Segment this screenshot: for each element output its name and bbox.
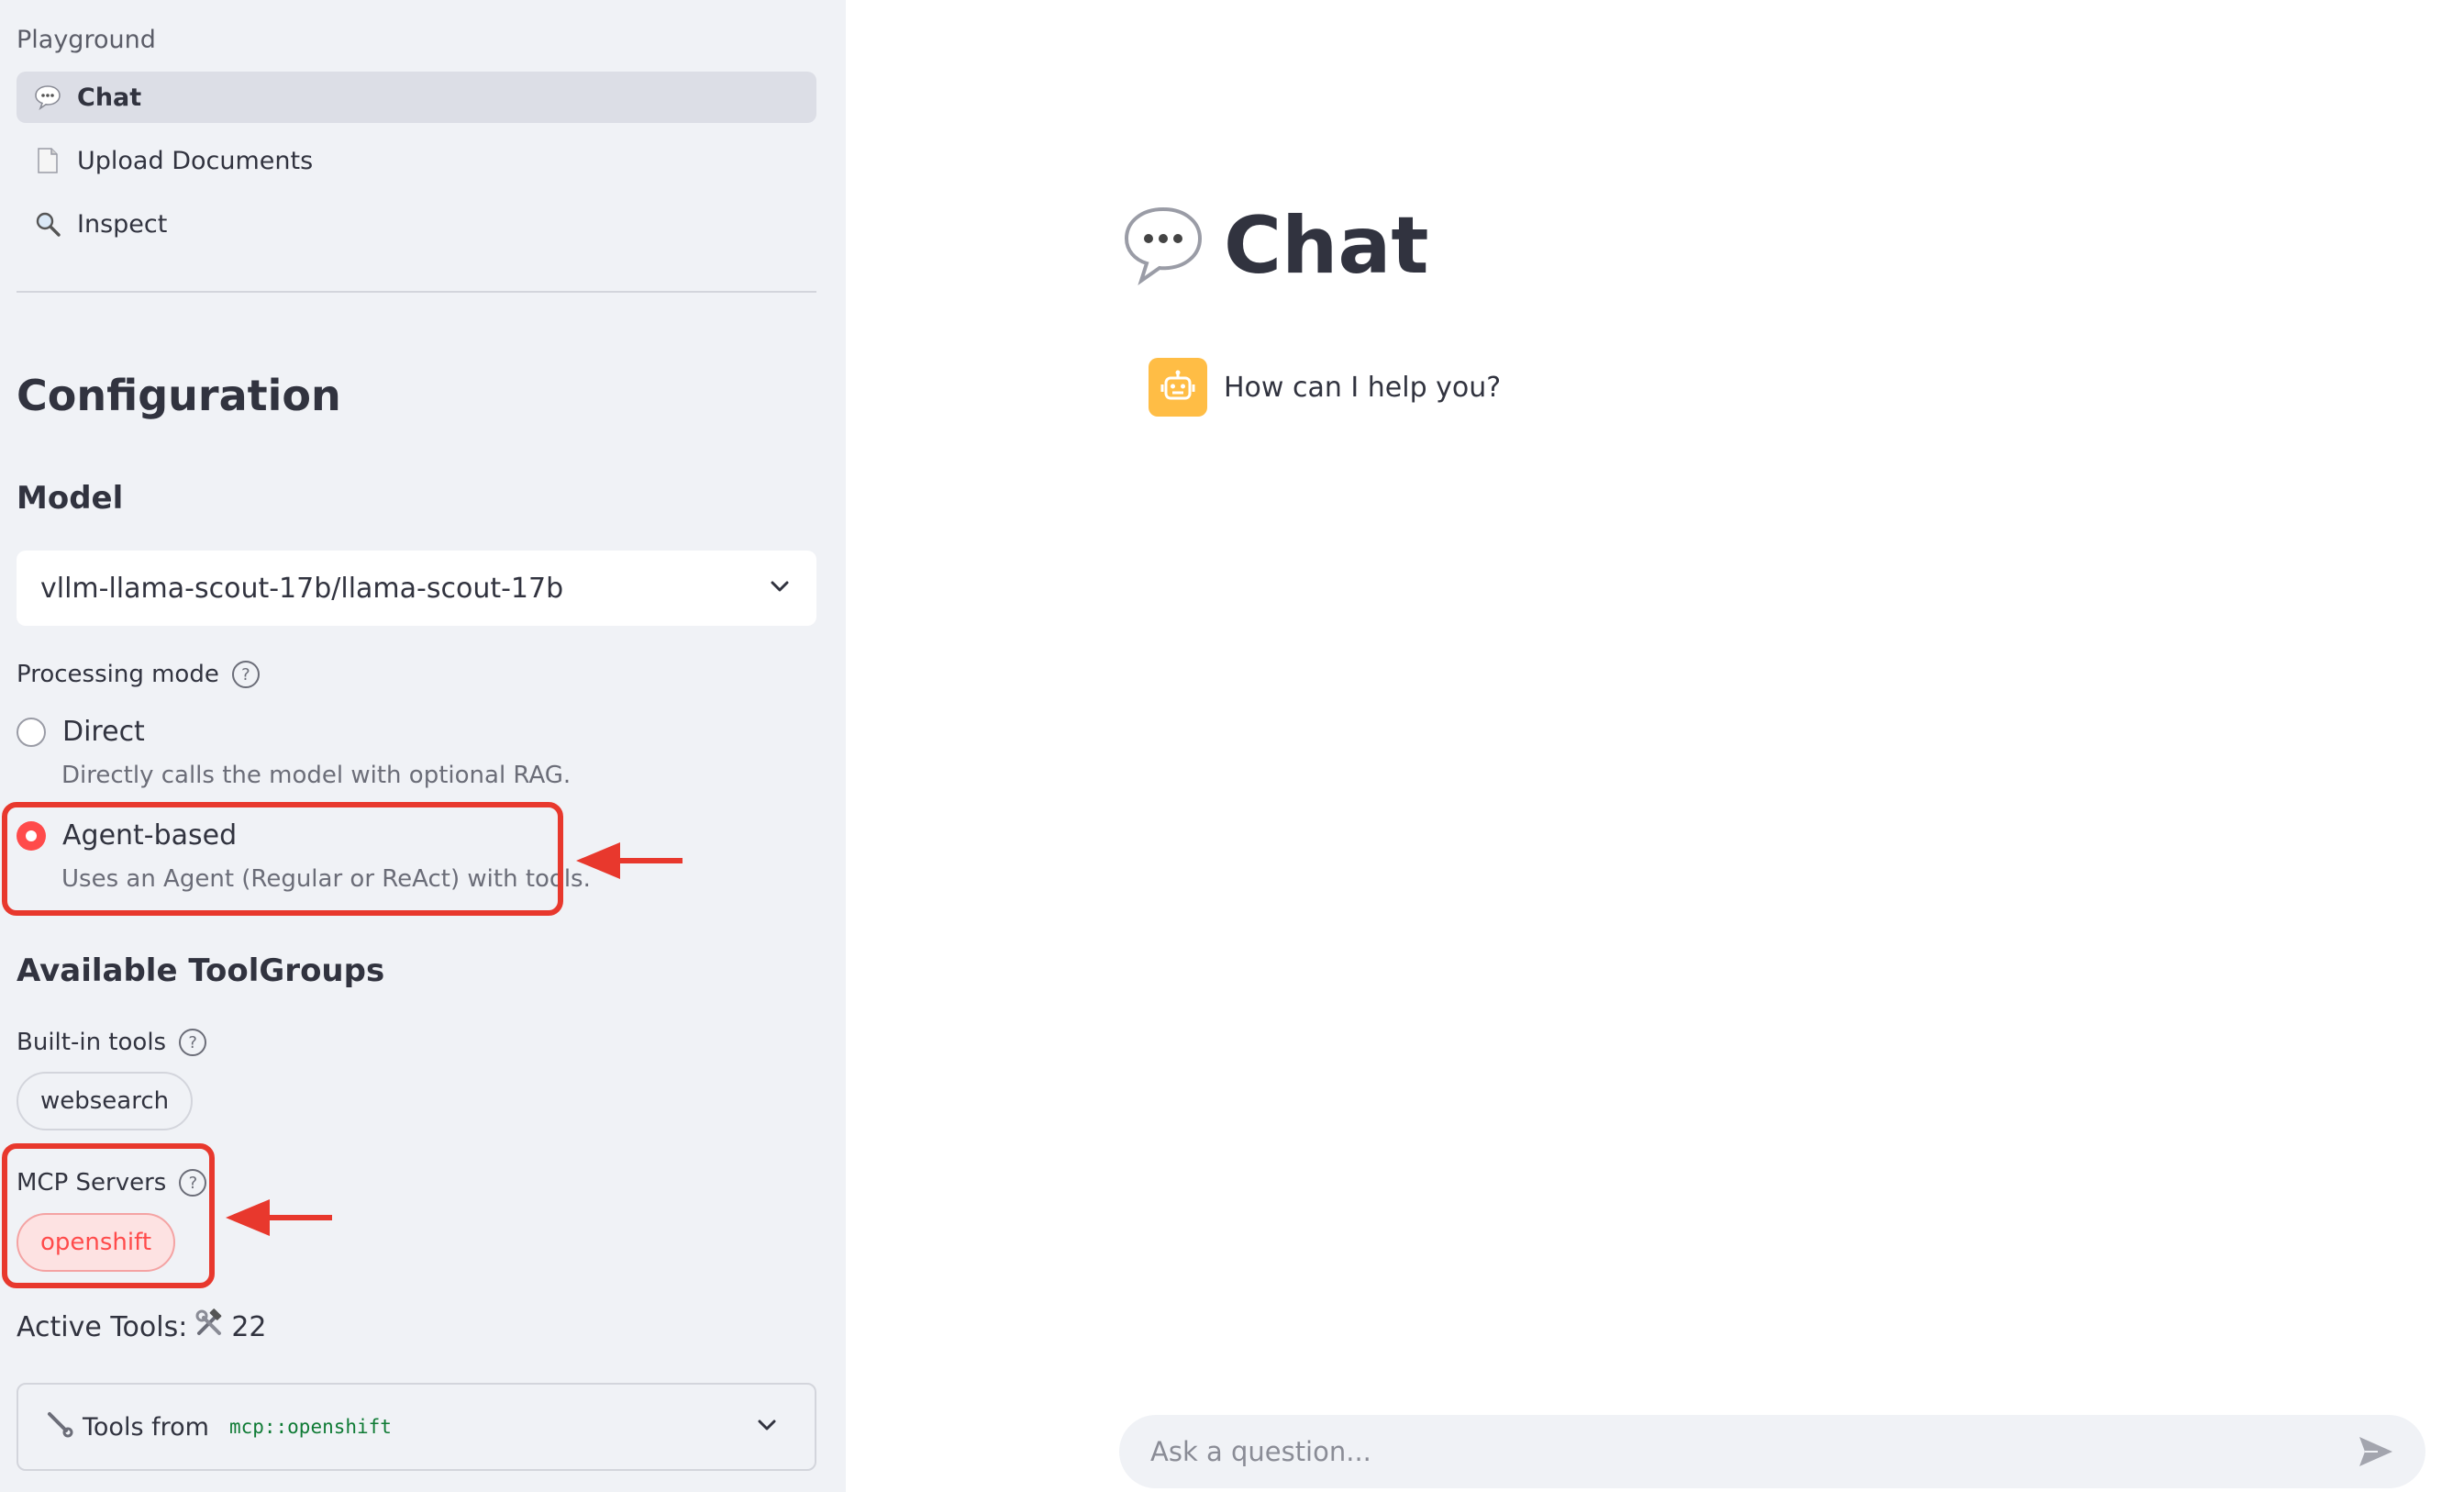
help-icon[interactable]: ? [231, 661, 260, 688]
tools-expander[interactable]: Tools from mcp::openshift [17, 1383, 816, 1471]
model-select-value: vllm-llama-scout-17b/llama-scout-17b [40, 572, 564, 605]
assistant-message: How can I help you? [1149, 358, 1501, 417]
assistant-message-text: How can I help you? [1224, 371, 1502, 404]
magnifier-icon [31, 207, 64, 240]
configuration-title: Configuration [17, 371, 341, 420]
toolgroups-heading: Available ToolGroups [17, 952, 385, 989]
tools-expander-prefix: Tools from [83, 1412, 209, 1442]
sidebar: Playground Chat Upload Documents Inspect [0, 0, 846, 1492]
annotation-highlight-mcp-servers [2, 1143, 215, 1288]
annotation-highlight-agent-based [2, 802, 563, 916]
processing-mode-label: Processing mode ? [17, 661, 260, 688]
active-tools: Active Tools: 22 [17, 1308, 267, 1345]
annotation-arrow-icon [576, 842, 683, 879]
bot-avatar-icon [1149, 358, 1207, 417]
tools-expander-code: mcp::openshift [223, 1414, 397, 1440]
active-tools-count: 22 [231, 1310, 267, 1343]
nav-label-upload-documents: Upload Documents [77, 146, 314, 175]
nav-item-inspect[interactable]: Inspect [17, 198, 816, 250]
radio-button-direct[interactable] [17, 717, 46, 747]
builtin-tools-label-text: Built-in tools [17, 1029, 167, 1056]
send-icon [2359, 1437, 2392, 1466]
tool-pill-websearch[interactable]: websearch [17, 1072, 194, 1130]
speech-bubble-icon [1121, 202, 1205, 290]
model-heading: Model [17, 480, 124, 517]
radio-description-direct: Directly calls the model with optional R… [61, 762, 572, 789]
chevron-down-icon [756, 1418, 778, 1436]
annotation-arrow-icon [226, 1199, 332, 1236]
nav-section-label: Playground [17, 26, 156, 54]
nav-label-chat: Chat [77, 83, 142, 112]
chat-input-bar [1119, 1415, 2425, 1488]
page-title-text: Chat [1224, 200, 1429, 292]
model-select[interactable]: vllm-llama-scout-17b/llama-scout-17b [17, 551, 816, 626]
send-button[interactable] [2354, 1430, 2398, 1474]
active-tools-label: Active Tools: [17, 1310, 188, 1343]
chevron-down-icon [769, 579, 791, 597]
document-icon [31, 144, 64, 177]
processing-mode-label-text: Processing mode [17, 661, 219, 688]
nav-divider [17, 291, 816, 293]
main-area: Chat How can I help you? [846, 0, 2464, 1492]
builtin-tools-label: Built-in tools ? [17, 1029, 207, 1056]
chat-input[interactable] [1150, 1436, 2343, 1467]
hammer-wrench-icon [194, 1308, 224, 1345]
nav-label-inspect: Inspect [77, 209, 168, 239]
wrench-icon [46, 1410, 73, 1444]
radio-direct[interactable]: Direct [17, 716, 145, 748]
help-icon[interactable]: ? [179, 1029, 207, 1056]
nav-item-upload-documents[interactable]: Upload Documents [17, 135, 816, 186]
speech-bubble-icon [31, 81, 64, 114]
radio-label-direct: Direct [62, 716, 145, 748]
nav-item-chat[interactable]: Chat [17, 72, 816, 123]
page-title: Chat [1121, 200, 1428, 292]
